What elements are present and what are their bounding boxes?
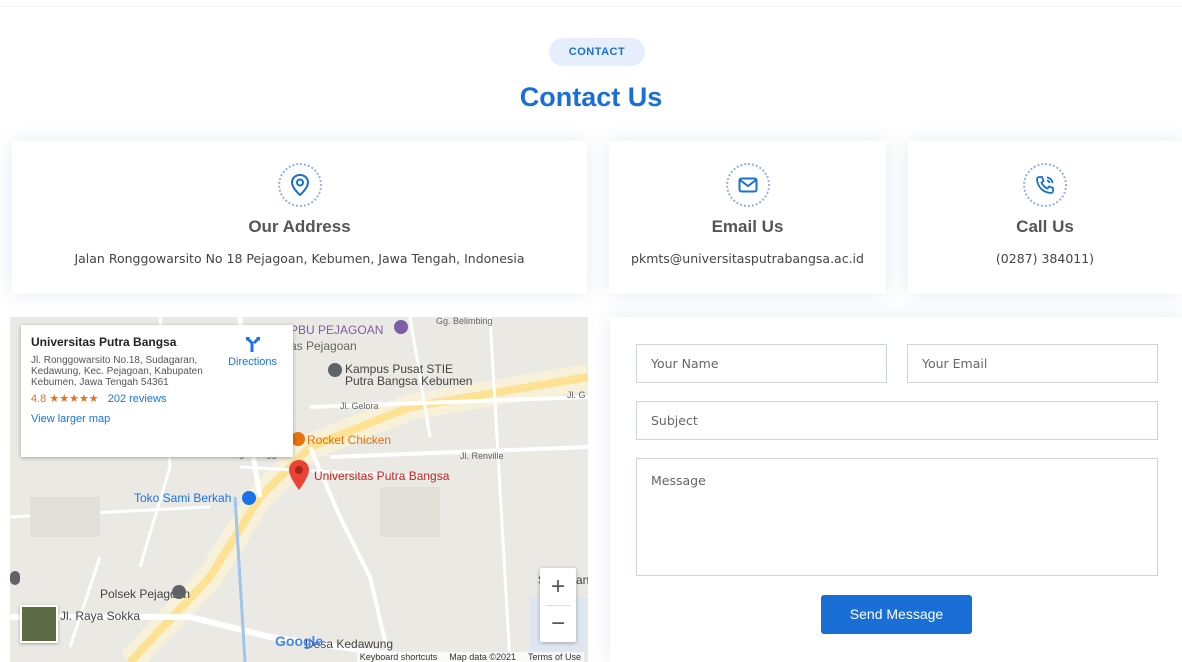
map-label-toko: Toko Sami Berkah xyxy=(134,491,232,505)
email-title: Email Us xyxy=(711,217,784,236)
call-title: Call Us xyxy=(1016,217,1074,236)
place-address: Jl. Ronggowarsito No.18, Sudagaran, Keda… xyxy=(31,355,203,388)
directions-button[interactable]: Directions xyxy=(228,335,277,368)
location-pin-icon xyxy=(277,163,322,207)
reviews-link[interactable]: 202 reviews xyxy=(108,393,167,405)
page-title: Contact Us xyxy=(519,82,663,112)
email-input[interactable]: Your Email xyxy=(907,344,1158,383)
directions-label: Directions xyxy=(228,356,277,368)
map-label-upb: Universitas Putra Bangsa xyxy=(314,469,450,483)
restaurant-icon xyxy=(291,432,305,446)
school-icon xyxy=(328,363,342,377)
zoom-divider xyxy=(546,605,570,606)
address-text: Jalan Ronggowarsito No 18 Pejagoan, Kebu… xyxy=(74,251,525,266)
police-icon xyxy=(172,585,186,599)
subject-input[interactable]: Subject xyxy=(636,401,1158,440)
map-data-text: Map data ©2021 xyxy=(449,652,516,662)
envelope-icon xyxy=(725,163,770,207)
place-rating: 4.8 ★★★★★ 202 reviews xyxy=(31,392,283,405)
keyboard-shortcuts-link[interactable]: Keyboard shortcuts xyxy=(360,652,438,662)
satellite-toggle[interactable] xyxy=(20,605,58,643)
map-label-renville: Jl. Renville xyxy=(460,451,504,461)
map-label-raya-sokka: Jl. Raya Sokka xyxy=(60,609,141,623)
send-message-button[interactable]: Send Message xyxy=(821,595,972,634)
email-card: Email Us pkmts@universitasputrabangsa.ac… xyxy=(609,141,886,294)
call-text[interactable]: (0287) 384011) xyxy=(908,251,1182,266)
zoom-controls: + − xyxy=(540,568,576,642)
map-footer: Keyboard shortcuts Map data ©2021 Terms … xyxy=(356,652,584,662)
phone-call-icon xyxy=(1023,163,1067,207)
google-logo: Google xyxy=(275,633,324,649)
rating-stars: ★★★★★ xyxy=(49,393,99,405)
map-label-pejagoan: as Pejagoan xyxy=(290,339,357,353)
map-label-gelora: Jl. Gelora xyxy=(340,401,379,411)
zoom-in-button[interactable]: + xyxy=(540,568,576,605)
embedded-map[interactable]: Gg. Belimbing PBU PEJAGOAN as Pejagoan K… xyxy=(10,317,588,662)
map-label-kampus-2: Putra Bangsa Kebumen xyxy=(345,374,473,388)
section-badge: CONTACT xyxy=(549,38,645,66)
zoom-out-button[interactable]: − xyxy=(540,605,576,642)
shopping-icon xyxy=(242,491,256,505)
map-place-card: Universitas Putra Bangsa Jl. Ronggowarsi… xyxy=(21,325,293,457)
directions-icon xyxy=(245,336,260,352)
rating-value: 4.8 xyxy=(31,393,47,405)
message-textarea[interactable]: Message xyxy=(636,458,1158,576)
map-label-an: an xyxy=(576,573,588,587)
map-label-jl-g: Jl. G xyxy=(567,390,586,400)
view-larger-map-link[interactable]: View larger map xyxy=(31,413,283,425)
pin-icon xyxy=(10,571,20,585)
name-input[interactable]: Your Name xyxy=(636,344,887,383)
terms-link[interactable]: Terms of Use xyxy=(528,652,581,662)
address-card: Our Address Jalan Ronggowarsito No 18 Pe… xyxy=(12,141,587,294)
top-divider xyxy=(0,6,1182,7)
call-card: Call Us (0287) 384011) xyxy=(908,141,1182,294)
map-label-belimbing: Gg. Belimbing xyxy=(436,317,493,326)
address-title: Our Address xyxy=(248,217,351,236)
map-label-spbu: PBU PEJAGOAN xyxy=(290,323,384,337)
fuel-station-icon xyxy=(394,320,408,334)
contact-form: Your Name Your Email Subject Message Sen… xyxy=(610,317,1182,662)
email-text[interactable]: pkmts@universitasputrabangsa.ac.id xyxy=(609,251,886,266)
map-marker-icon xyxy=(288,459,310,496)
map-label-rocket-chicken: Rocket Chicken xyxy=(307,433,392,447)
